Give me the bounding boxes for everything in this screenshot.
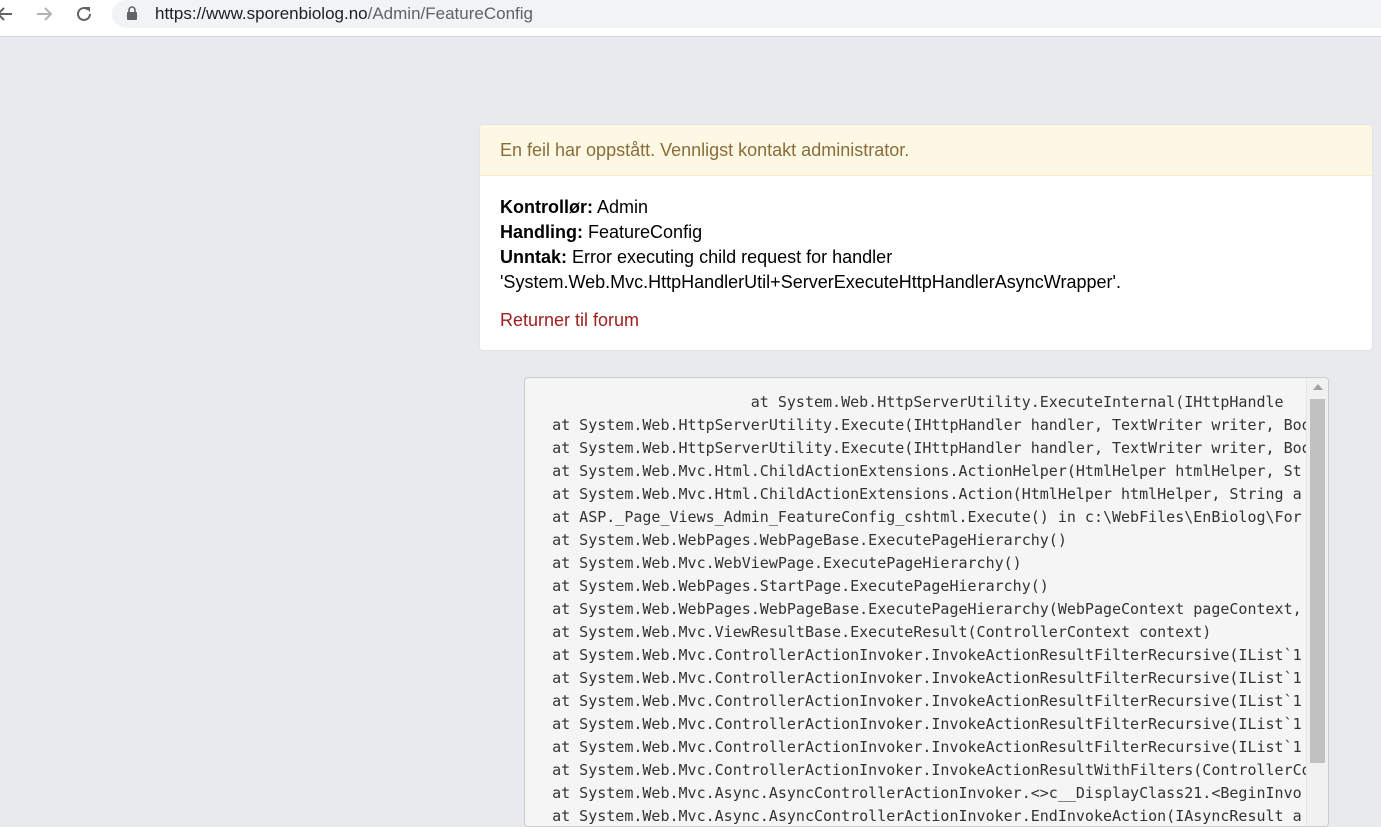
stack-trace-line: at System.Web.Mvc.Async.AsyncControllerA…	[525, 807, 1302, 825]
controller-row: Kontrollør: Admin	[500, 195, 1352, 220]
browser-toolbar: https://www.sporenbiolog.no/Admin/Featur…	[0, 0, 1381, 37]
stack-trace-line: at System.Web.WebPages.WebPageBase.Execu…	[525, 600, 1302, 618]
url-host: https://www.sporenbiolog.no	[155, 4, 368, 23]
controller-value: Admin	[597, 197, 649, 217]
stack-trace-line: at System.Web.HttpServerUtility.Execute(…	[525, 439, 1306, 457]
scroll-up-arrow-icon[interactable]	[1313, 384, 1323, 390]
stack-trace-line: at System.Web.HttpServerUtility.ExecuteI…	[525, 393, 1284, 411]
exception-row: Unntak: Error executing child request fo…	[500, 245, 1352, 270]
url-path: /Admin/FeatureConfig	[367, 4, 533, 23]
stack-trace-line: at System.Web.Mvc.ControllerActionInvoke…	[525, 669, 1302, 687]
scroll-thumb[interactable]	[1310, 399, 1325, 763]
error-details: Kontrollør: Admin Handling: FeatureConfi…	[480, 176, 1372, 333]
stack-trace-line: at System.Web.Mvc.Html.ChildActionExtens…	[525, 485, 1302, 503]
stack-trace-line: at System.Web.Mvc.WebViewPage.ExecutePag…	[525, 554, 1022, 572]
stack-trace-line: at System.Web.WebPages.StartPage.Execute…	[525, 577, 1049, 595]
stack-trace-line: at System.Web.Mvc.ControllerActionInvoke…	[525, 738, 1302, 756]
action-value: FeatureConfig	[588, 222, 703, 242]
exception-value-line2: 'System.Web.Mvc.HttpHandlerUtil+ServerEx…	[500, 272, 1121, 292]
exception-label: Unntak:	[500, 247, 567, 267]
forward-arrow-icon	[37, 7, 53, 21]
action-row: Handling: FeatureConfig	[500, 220, 1352, 245]
url-text[interactable]: https://www.sporenbiolog.no/Admin/Featur…	[155, 4, 533, 24]
stack-trace-line: at System.Web.Mvc.ControllerActionInvoke…	[525, 715, 1302, 733]
exception-value-line1: Error executing child request for handle…	[572, 247, 893, 267]
stack-trace-line: at System.Web.Mvc.ControllerActionInvoke…	[525, 761, 1306, 779]
controller-label: Kontrollør:	[500, 197, 593, 217]
stack-trace-line: at System.Web.Mvc.ViewResultBase.Execute…	[525, 623, 1212, 641]
forward-button[interactable]	[31, 1, 57, 27]
stack-trace-box[interactable]: at System.Web.HttpServerUtility.ExecuteI…	[524, 377, 1329, 827]
vertical-scrollbar[interactable]	[1306, 378, 1328, 826]
stack-trace-line: at System.Web.Mvc.Html.ChildActionExtens…	[525, 462, 1302, 480]
error-alert-header: En feil har oppstått. Vennligst kontakt …	[480, 125, 1372, 176]
reload-button[interactable]	[71, 1, 97, 27]
stack-trace-line: at System.Web.Mvc.ControllerActionInvoke…	[525, 692, 1302, 710]
back-button[interactable]	[0, 1, 18, 27]
address-bar[interactable]: https://www.sporenbiolog.no/Admin/Featur…	[112, 0, 1381, 28]
stack-trace-line: at ASP._Page_Views_Admin_FeatureConfig_c…	[525, 508, 1302, 526]
reload-icon	[77, 6, 91, 21]
stack-trace-line: at System.Web.WebPages.WebPageBase.Execu…	[525, 531, 1067, 549]
lock-icon	[127, 6, 137, 20]
stack-trace-line: at System.Web.HttpServerUtility.Execute(…	[525, 416, 1306, 434]
action-label: Handling:	[500, 222, 583, 242]
stack-trace-line: at System.Web.Mvc.Async.AsyncControllerA…	[525, 784, 1302, 802]
error-panel: En feil har oppstått. Vennligst kontakt …	[479, 124, 1373, 351]
return-to-forum-link[interactable]: Returner til forum	[500, 308, 639, 333]
stack-trace-text: at System.Web.HttpServerUtility.ExecuteI…	[525, 391, 1306, 826]
stack-trace-line: at System.Web.Mvc.ControllerActionInvoke…	[525, 646, 1302, 664]
back-arrow-icon	[0, 7, 12, 21]
